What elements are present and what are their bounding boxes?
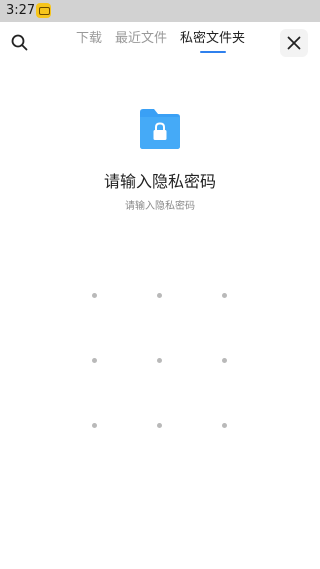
pattern-dot[interactable] — [157, 358, 162, 363]
pattern-dot[interactable] — [222, 358, 227, 363]
status-bar: 3:27 — [0, 0, 320, 22]
close-button[interactable] — [280, 29, 308, 57]
active-tab-indicator — [200, 51, 226, 53]
status-time: 3:27 — [6, 3, 36, 18]
notification-app-icon — [36, 3, 51, 18]
pattern-dot[interactable] — [92, 358, 97, 363]
password-prompt-subtitle: 请输入隐私密码 — [125, 201, 195, 212]
tab-private-folder[interactable]: 私密文件夹 — [180, 31, 245, 47]
header: 下载 最近文件 私密文件夹 — [0, 22, 320, 62]
tab-recent-files[interactable]: 最近文件 — [115, 31, 167, 47]
tab-downloads[interactable]: 下载 — [76, 31, 102, 47]
pattern-dot[interactable] — [157, 423, 162, 428]
private-folder-screen: 3:27 下载 最近文件 私密文件夹 请输入隐私密码 请输入隐私密码 — [0, 0, 320, 569]
search-button[interactable] — [8, 31, 32, 55]
pattern-dot[interactable] — [222, 293, 227, 298]
password-prompt-title: 请输入隐私密码 — [103, 172, 216, 191]
pattern-dot[interactable] — [92, 293, 97, 298]
close-icon — [287, 36, 301, 50]
pattern-dot[interactable] — [92, 423, 97, 428]
search-icon — [11, 34, 28, 51]
lock-folder-icon — [137, 106, 183, 152]
pattern-dot[interactable] — [157, 293, 162, 298]
pattern-dot[interactable] — [222, 423, 227, 428]
